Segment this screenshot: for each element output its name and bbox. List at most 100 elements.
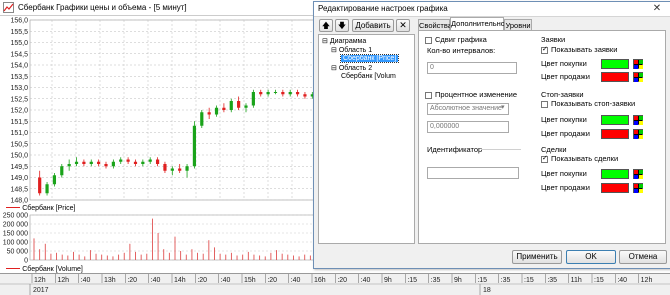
show-trades-checkbox[interactable] (541, 154, 548, 163)
price-tick-label: 149,0 (10, 175, 28, 182)
identifier-group-line (481, 149, 521, 150)
trades-buy-palette-icon[interactable] (633, 169, 643, 179)
price-tick-label: 154,0 (10, 63, 28, 70)
candle-body (273, 92, 278, 93)
time-tick-label: :20 (127, 277, 137, 284)
stop-sell-palette-icon[interactable] (633, 129, 643, 139)
percent-mode-select[interactable]: Абсолютное значение (427, 103, 509, 115)
shift-chart-checkbox[interactable] (425, 37, 432, 44)
dialog-close-icon[interactable]: ✕ (648, 3, 666, 15)
stop-sell-color-swatch[interactable] (601, 129, 629, 139)
stop-buy-color-label: Цвет покупки (541, 115, 587, 124)
orders-sell-color-swatch[interactable] (601, 72, 629, 82)
ok-button[interactable]: OK (566, 250, 616, 264)
trades-buy-color-swatch[interactable] (601, 169, 629, 179)
chart-window-title: Сбербанк Графики цены и объема - [5 мину… (18, 3, 187, 12)
trades-sell-color-swatch[interactable] (601, 183, 629, 193)
time-tick-label: 13h (104, 277, 116, 284)
tab-advanced[interactable]: Дополнительно (450, 17, 505, 31)
show-stop-orders-checkbox[interactable] (541, 101, 548, 108)
stop-sell-color-label: Цвет продажи (541, 129, 590, 138)
candle-body (82, 161, 86, 164)
candle-body (45, 184, 49, 194)
candle-body (303, 94, 307, 97)
orders-sell-palette-icon[interactable] (633, 72, 643, 82)
candle-body (207, 112, 211, 115)
candle-body (163, 164, 167, 171)
delete-icon: ✕ (399, 20, 407, 30)
candle-body (38, 177, 42, 194)
trades-sell-color-label: Цвет продажи (541, 183, 590, 192)
tree-item-volume-series[interactable]: Сбербанк [Volum (341, 73, 396, 80)
stop-buy-palette-icon[interactable] (633, 115, 643, 125)
percent-value-input[interactable]: 0,000000 (427, 121, 509, 133)
tree-item-area-1[interactable]: ⊟ Область 1 (331, 46, 372, 54)
arrow-down-icon: 🡇 (337, 21, 347, 30)
arrow-up-icon: 🡅 (321, 21, 331, 30)
chart-app-icon (3, 2, 14, 13)
tree-item-price-series[interactable]: Сбербанк [Price] (339, 54, 400, 63)
price-tick-label: 156,0 (10, 18, 28, 25)
trades-sell-palette-icon[interactable] (633, 183, 643, 193)
trades-group-label: Сделки (541, 145, 567, 154)
orders-buy-color-swatch[interactable] (601, 59, 629, 69)
candle-body (288, 92, 292, 95)
time-tick-label: :40 (617, 277, 627, 284)
candle-body (281, 92, 285, 95)
stop-buy-color-swatch[interactable] (601, 115, 629, 125)
orders-group-label: Заявки (541, 35, 566, 44)
candle-body (295, 92, 300, 95)
candle-body (237, 101, 241, 108)
time-tick-label: 15h (244, 277, 256, 284)
candle-body (266, 92, 270, 95)
time-tick-label: :40 (361, 277, 371, 284)
candle-body (200, 112, 204, 126)
time-axis: 12h 12h:40 13h:20:40 14h:20:40 15h:20:40 16h:… (0, 273, 670, 295)
intervals-input[interactable]: 0 (427, 62, 517, 74)
series-tree: ⊟ Диаграмма ⊟ Область 1 Сбербанк [Price]… (318, 34, 415, 244)
tree-item-area-2[interactable]: ⊟ Область 2 (331, 64, 372, 72)
percent-change-label: Процентное изменение (435, 90, 518, 99)
time-tick-label: :15 (477, 277, 487, 284)
candle-body (214, 107, 219, 115)
move-up-button[interactable]: 🡅 (319, 19, 333, 32)
price-tick-label: 153,0 (10, 85, 28, 92)
candle-body (192, 125, 197, 167)
candle-body (222, 107, 226, 110)
volume-tick-label: 200 000 (3, 222, 28, 229)
candle-body (119, 159, 123, 162)
price-tick-label: 151,0 (10, 130, 28, 137)
cancel-button[interactable]: Отмена (619, 250, 667, 264)
advanced-tab-panel: Сдвиг графика Кол-во интервалов: 0 Проце… (418, 30, 666, 244)
price-legend-swatch (6, 207, 20, 209)
candle-body (141, 161, 145, 164)
show-orders-checkbox[interactable] (541, 45, 548, 54)
add-button[interactable]: Добавить (352, 19, 394, 32)
price-tick-label: 150,5 (10, 141, 28, 148)
time-tick-label: :35 (547, 277, 557, 284)
volume-tick-label: 100 000 (3, 240, 28, 247)
delete-button[interactable]: ✕ (396, 19, 410, 32)
orders-sell-color-label: Цвет продажи (541, 72, 590, 81)
tree-item-diagram[interactable]: ⊟ Диаграмма (322, 37, 366, 45)
date-tick-label: 2017 (33, 287, 49, 294)
move-down-button[interactable]: 🡇 (335, 19, 349, 32)
candle-body (52, 175, 57, 185)
percent-change-checkbox[interactable] (425, 92, 432, 99)
orders-buy-palette-icon[interactable] (633, 59, 643, 69)
candle-body (111, 161, 115, 167)
time-tick-label: :40 (291, 277, 301, 284)
time-tick-label: :15 (524, 277, 534, 284)
identifier-input[interactable] (427, 167, 519, 179)
candle-body (67, 164, 71, 167)
time-tick-label: :20 (267, 277, 277, 284)
candle-body (133, 161, 138, 164)
show-trades-label: Показывать сделки (551, 154, 619, 163)
apply-button[interactable]: Применить (512, 250, 562, 264)
candle-body (89, 161, 93, 164)
price-legend: Сбербанк [Price] (6, 203, 75, 212)
volume-tick-label: 250 000 (3, 213, 28, 220)
trades-buy-color-label: Цвет покупки (541, 169, 587, 178)
time-tick-label: 14h (174, 277, 186, 284)
candle-body (244, 105, 248, 108)
